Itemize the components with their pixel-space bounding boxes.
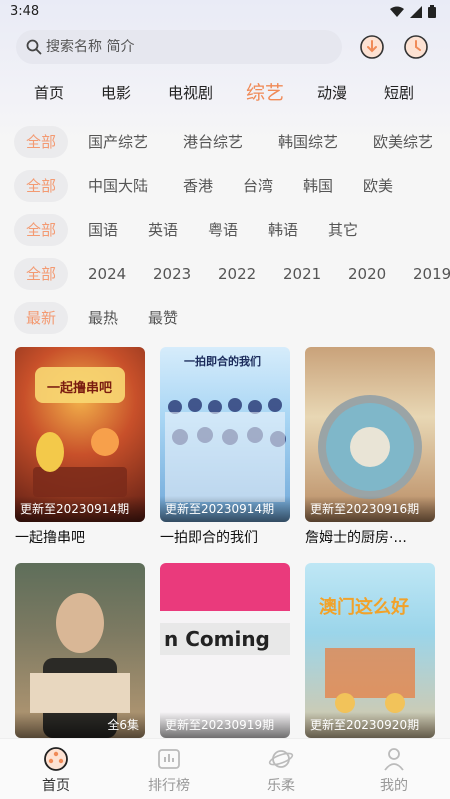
filter-year-option[interactable]: 2020 xyxy=(348,258,386,290)
poster-header xyxy=(160,563,290,611)
filter-type-option[interactable]: 港台综艺 xyxy=(183,126,243,158)
poster-image[interactable]: 澳门这么好 更新至20230920期 xyxy=(305,563,435,738)
episode-badge: 更新至20230916期 xyxy=(305,496,435,522)
filter-region-option[interactable]: 欧美 xyxy=(363,170,393,202)
poster-image[interactable]: 更新至20230916期 xyxy=(305,347,435,522)
filter-row-type: 全部 国产综艺 港台综艺 韩国综艺 欧美综艺 xyxy=(0,126,450,158)
filter-type-all[interactable]: 全部 xyxy=(14,126,69,158)
filter-year-option[interactable]: 2021 xyxy=(283,258,321,290)
wifi-icon xyxy=(390,6,404,17)
filter-year-option[interactable]: 2023 xyxy=(153,258,191,290)
signal-icon xyxy=(410,5,422,18)
episode-badge: 更新至20230920期 xyxy=(305,712,435,738)
status-icons xyxy=(390,5,436,18)
filter-region-option[interactable]: 台湾 xyxy=(243,170,273,202)
bottom-nav-label: 我的 xyxy=(380,778,408,794)
poster-image[interactable]: 一起撸串吧 更新至20230914期 xyxy=(15,347,145,522)
tab-short-drama[interactable]: 短剧 xyxy=(384,82,414,103)
filter-year-all[interactable]: 全部 xyxy=(14,258,69,290)
filter-row-region: 全部 中国大陆 香港 台湾 韩国 欧美 xyxy=(0,170,450,202)
tab-tv-series[interactable]: 电视剧 xyxy=(168,82,213,103)
filter-language-all[interactable]: 全部 xyxy=(14,214,69,246)
category-tabs: 首页 电影 电视剧 综艺 动漫 短剧 xyxy=(0,72,450,112)
filter-type-option[interactable]: 韩国综艺 xyxy=(278,126,338,158)
search-bar[interactable] xyxy=(16,30,342,64)
bottom-nav-me[interactable]: 我的 xyxy=(349,739,439,799)
filter-region-option[interactable]: 香港 xyxy=(183,170,213,202)
search-input[interactable] xyxy=(46,39,306,55)
card-title[interactable]: 詹姆士的厨房·... xyxy=(305,527,435,547)
episode-badge: 更新至20230919期 xyxy=(160,712,290,738)
filter-region-all[interactable]: 全部 xyxy=(14,170,69,202)
poster-title-text: n Coming xyxy=(160,623,290,655)
tab-home[interactable]: 首页 xyxy=(34,82,64,103)
battery-icon xyxy=(428,5,436,18)
filter-language-option[interactable]: 韩语 xyxy=(268,214,298,246)
poster-image[interactable]: 一拍即合的我们 更新至20230914期 xyxy=(160,347,290,522)
status-bar: 3:48 xyxy=(0,0,450,26)
user-icon xyxy=(384,748,404,771)
filter-language-option[interactable]: 其它 xyxy=(328,214,358,246)
filter-type-option[interactable]: 欧美综艺 xyxy=(373,126,433,158)
bottom-nav-discover[interactable]: 乐柔 xyxy=(236,739,326,799)
film-reel-icon xyxy=(44,747,68,771)
filter-year-option[interactable]: 2019 xyxy=(413,258,450,290)
filter-year-option[interactable]: 2024 xyxy=(88,258,126,290)
filter-type-option[interactable]: 国产综艺 xyxy=(88,126,148,158)
planet-icon xyxy=(268,750,294,768)
episode-badge: 全6集 xyxy=(15,712,145,738)
status-time: 3:48 xyxy=(10,4,40,19)
search-icon xyxy=(26,39,42,55)
filter-sort-latest[interactable]: 最新 xyxy=(14,302,69,334)
filter-language-option[interactable]: 粤语 xyxy=(208,214,238,246)
tab-movies[interactable]: 电影 xyxy=(101,82,131,103)
poster-image[interactable]: 全6集 xyxy=(15,563,145,738)
filter-region-option[interactable]: 中国大陆 xyxy=(88,170,148,202)
filter-row-year: 全部 2024 2023 2022 2021 2020 2019 xyxy=(0,258,450,290)
card-title[interactable]: 一起撸串吧 xyxy=(15,527,145,547)
history-icon[interactable] xyxy=(402,33,430,61)
filter-sort-option[interactable]: 最赞 xyxy=(148,302,178,334)
bottom-nav: 首页 排行榜 乐柔 我的 xyxy=(0,738,450,799)
poster-image[interactable]: n Coming 更新至20230919期 xyxy=(160,563,290,738)
filter-language-option[interactable]: 英语 xyxy=(148,214,178,246)
filter-year-option[interactable]: 2022 xyxy=(218,258,256,290)
filter-region-option[interactable]: 韩国 xyxy=(303,170,333,202)
card-title[interactable]: 一拍即合的我们 xyxy=(160,527,290,547)
filter-language-option[interactable]: 国语 xyxy=(88,214,118,246)
poster-title-text: 一起撸串吧 xyxy=(47,381,113,396)
filter-row-language: 全部 国语 英语 粤语 韩语 其它 xyxy=(0,214,450,246)
download-icon[interactable] xyxy=(358,33,386,61)
poster-title-text: 一拍即合的我们 xyxy=(184,355,261,368)
bottom-nav-label: 首页 xyxy=(42,778,70,794)
tab-variety[interactable]: 综艺 xyxy=(246,78,284,105)
tab-anime[interactable]: 动漫 xyxy=(317,82,347,103)
episode-badge: 更新至20230914期 xyxy=(15,496,145,522)
episode-badge: 更新至20230914期 xyxy=(160,496,290,522)
bottom-nav-home[interactable]: 首页 xyxy=(11,739,101,799)
filter-row-sort: 最新 最热 最赞 xyxy=(0,302,450,334)
chart-bars-icon xyxy=(158,749,180,769)
bottom-nav-label: 乐柔 xyxy=(267,778,295,794)
bottom-nav-ranking[interactable]: 排行榜 xyxy=(124,739,214,799)
bottom-nav-label: 排行榜 xyxy=(148,778,190,794)
filter-sort-option[interactable]: 最热 xyxy=(88,302,118,334)
